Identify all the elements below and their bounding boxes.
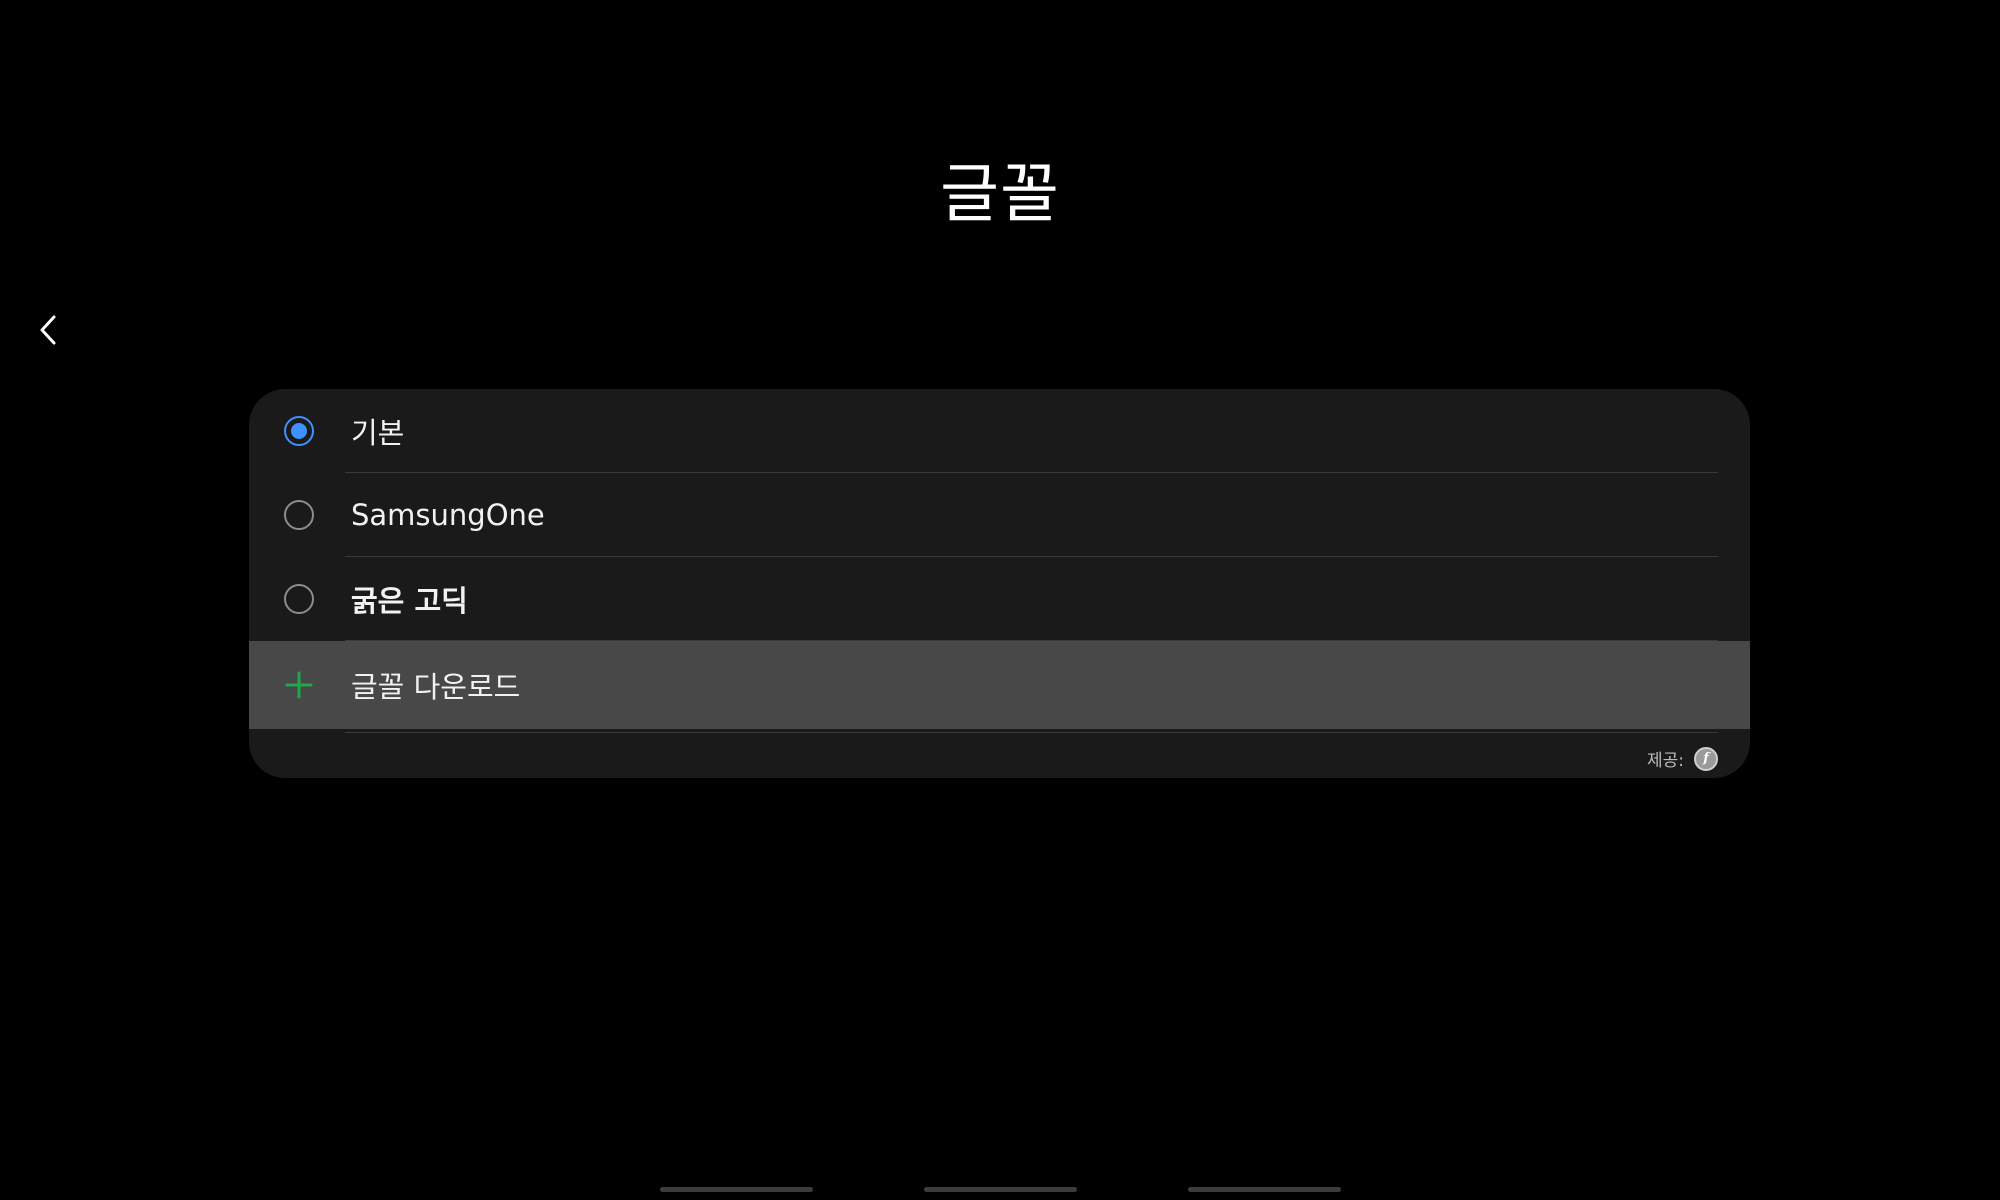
font-option-samsungone[interactable]: SamsungOne [249, 473, 1750, 557]
nav-handle-right[interactable] [1188, 1187, 1341, 1192]
provider-credit: 제공: f [1647, 746, 1718, 771]
radio-button-selected[interactable] [284, 416, 314, 446]
font-options-card: 기본 SamsungOne 굵은 고딕 글꼴 다운로드 제공: f [249, 389, 1750, 778]
chevron-left-icon [40, 315, 56, 345]
radio-button[interactable] [284, 584, 314, 614]
font-option-label: 기본 [351, 416, 405, 450]
font-option-label: SamsungOne [351, 498, 545, 532]
nav-handle-left[interactable] [660, 1187, 813, 1192]
font-option-default[interactable]: 기본 [249, 389, 1750, 473]
provider-logo-icon: f [1694, 746, 1718, 771]
nav-handle-center[interactable] [924, 1187, 1077, 1192]
back-button[interactable] [28, 305, 68, 355]
page-title: 글꼴 [940, 158, 1060, 232]
download-fonts-label: 글꼴 다운로드 [351, 670, 521, 704]
download-fonts-button[interactable]: 글꼴 다운로드 [249, 641, 1750, 729]
font-option-bold-gothic[interactable]: 굵은 고딕 [249, 557, 1750, 641]
plus-icon [285, 671, 313, 699]
provider-label: 제공: [1646, 751, 1684, 771]
font-option-label: 굵은 고딕 [351, 584, 468, 618]
radio-button[interactable] [284, 500, 314, 530]
divider [345, 732, 1718, 733]
